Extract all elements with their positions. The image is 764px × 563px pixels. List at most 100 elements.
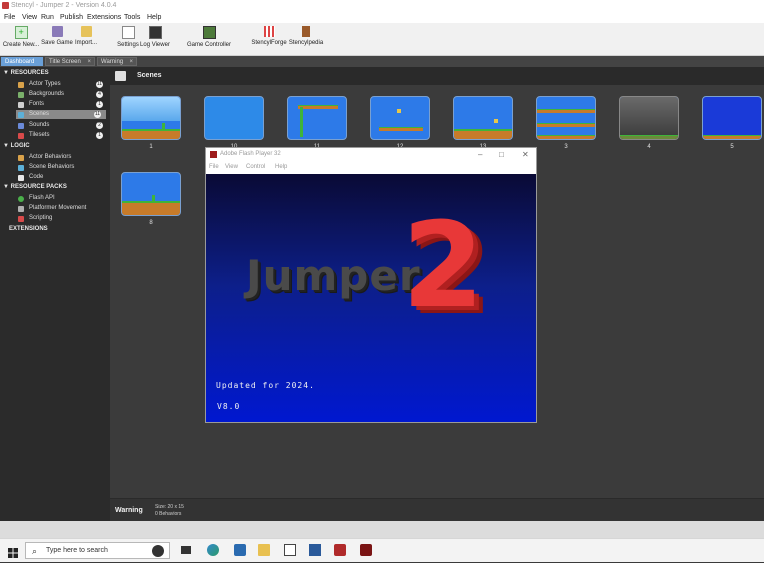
scene-thumbnail[interactable] xyxy=(287,96,347,140)
menu-file[interactable]: File xyxy=(4,14,15,21)
sidebar-item-backgrounds[interactable]: Backgrounds 4 xyxy=(18,90,108,99)
maximize-icon[interactable]: □ xyxy=(499,150,504,159)
close-icon[interactable]: ✕ xyxy=(522,150,529,159)
scene-thumbnail[interactable] xyxy=(536,96,596,140)
flash-menu-file[interactable]: File xyxy=(209,164,219,170)
background-icon xyxy=(18,92,24,98)
window-titlebar: Stencyl - Jumper 2 - Version 4.0.4 xyxy=(0,0,764,12)
tab-warning[interactable]: Warning × xyxy=(97,57,137,66)
mail-icon[interactable] xyxy=(234,544,246,556)
scene-thumbnail[interactable] xyxy=(204,96,264,140)
code-icon xyxy=(18,175,24,181)
game-logo-word: Jumper xyxy=(246,251,421,300)
flash-player-window[interactable]: Adobe Flash Player 32 – □ ✕ File View Co… xyxy=(205,147,537,423)
logic-header[interactable]: ▼ LOGIC xyxy=(3,143,30,149)
tab-dashboard[interactable]: Dashboard xyxy=(1,57,43,66)
platform xyxy=(379,127,423,131)
windows-start-icon[interactable] xyxy=(8,545,18,558)
sidebar-item-platformer-movement[interactable]: Platformer Movement xyxy=(18,204,108,213)
sidebar-item-code[interactable]: Code xyxy=(18,173,108,182)
save-game-button[interactable]: Save Game xyxy=(41,26,73,46)
flash-window-title: Adobe Flash Player 32 xyxy=(220,151,281,157)
sidebar-item-label: Fonts xyxy=(29,101,45,107)
taskbar: ⌕ Type here to search xyxy=(0,538,764,562)
menu-view[interactable]: View xyxy=(22,14,37,21)
file-explorer-icon[interactable] xyxy=(258,544,270,556)
sidebar-item-label: Scripting xyxy=(29,215,53,221)
flash-menu-help[interactable]: Help xyxy=(275,164,287,170)
game-canvas[interactable]: Jumper 2 Updated for 2024. V8.0 xyxy=(206,174,536,422)
import-button[interactable]: Import... xyxy=(73,26,99,46)
sidebar-item-scene-behaviors[interactable]: Scene Behaviors xyxy=(18,163,108,172)
game-controller-icon xyxy=(202,26,216,39)
sidebar-item-label: Tilesets xyxy=(29,132,50,138)
sidebar-item-actor-types[interactable]: Actor Types 11 xyxy=(18,80,108,89)
pipe xyxy=(300,107,303,137)
scene-label: 5 xyxy=(730,144,734,150)
sidebar-item-actor-behaviors[interactable]: Actor Behaviors xyxy=(18,153,108,162)
sidebar-item-tilesets[interactable]: Tilesets 1 xyxy=(18,131,108,140)
scene-thumbnail[interactable] xyxy=(702,96,762,140)
platform xyxy=(537,123,595,127)
store-icon[interactable] xyxy=(284,544,296,556)
search-icon: ⌕ xyxy=(32,546,38,556)
count-badge: 1 xyxy=(96,132,103,139)
settings-label: Settings xyxy=(117,42,139,48)
flash-titlebar[interactable]: Adobe Flash Player 32 – □ ✕ xyxy=(206,148,536,162)
create-new-button[interactable]: + Create New... xyxy=(2,26,40,48)
settings-button[interactable]: Settings xyxy=(116,26,140,48)
extensions-header[interactable]: EXTENSIONS xyxy=(9,226,48,232)
stencylforge-icon xyxy=(263,26,275,37)
sidebar-item-label: Sounds xyxy=(29,122,50,128)
log-viewer-button[interactable]: Log Viewer xyxy=(140,26,170,48)
game-controller-button[interactable]: Game Controller xyxy=(187,26,231,48)
close-icon[interactable]: × xyxy=(129,58,133,67)
resource-packs-header[interactable]: ▼ RESOURCE PACKS xyxy=(3,184,67,190)
sidebar-footer xyxy=(0,498,110,521)
flash-menu-control[interactable]: Control xyxy=(246,164,265,170)
scene-thumbnail[interactable] xyxy=(370,96,430,140)
sidebar-item-label: Actor Behaviors xyxy=(29,154,72,160)
import-icon xyxy=(80,26,92,37)
flash-player-taskbar-icon[interactable] xyxy=(360,544,372,556)
menu-help[interactable]: Help xyxy=(147,14,161,21)
create-new-icon: + xyxy=(14,26,28,39)
minimize-icon[interactable]: – xyxy=(478,150,482,159)
resources-header[interactable]: ▼ RESOURCES xyxy=(3,70,49,76)
sidebar-item-fonts[interactable]: Fonts 1 xyxy=(18,100,108,109)
ground xyxy=(122,201,180,215)
scene-thumbnail[interactable] xyxy=(453,96,513,140)
taskbar-search-input[interactable]: ⌕ Type here to search xyxy=(25,542,170,559)
window-bottom-strip xyxy=(0,521,764,538)
sidebar-item-label: Flash API xyxy=(29,195,55,201)
scene-thumbnail[interactable] xyxy=(121,96,181,140)
menu-publish[interactable]: Publish xyxy=(60,14,83,21)
sidebar-item-scripting[interactable]: Scripting xyxy=(18,214,108,223)
stencylpedia-button[interactable]: Stencylpedia xyxy=(288,26,324,46)
scene-icon xyxy=(18,112,24,118)
scene-thumbnail[interactable] xyxy=(619,96,679,140)
stencyl-taskbar-icon[interactable] xyxy=(334,544,346,556)
sidebar-item-sounds[interactable]: Sounds 2 xyxy=(18,121,108,130)
sidebar-item-label: Backgrounds xyxy=(29,91,65,97)
platform xyxy=(703,135,761,139)
app-icon[interactable] xyxy=(309,544,321,556)
count-badge: 4 xyxy=(96,91,103,98)
assistant-icon[interactable] xyxy=(152,545,164,557)
flash-menu-view[interactable]: View xyxy=(225,164,238,170)
tab-title-screen[interactable]: Title Screen × xyxy=(45,57,95,66)
task-view-icon[interactable] xyxy=(181,546,191,554)
menu-tools[interactable]: Tools xyxy=(124,14,140,21)
scene-label: 8 xyxy=(149,220,153,226)
stencylforge-label: StencylForge xyxy=(251,40,287,46)
menu-extensions[interactable]: Extensions xyxy=(87,14,121,21)
count-badge: 11 xyxy=(94,111,101,118)
stencylforge-button[interactable]: StencylForge xyxy=(251,26,287,46)
sidebar-item-flash-api[interactable]: Flash API xyxy=(18,194,108,203)
scene-thumbnail[interactable] xyxy=(121,172,181,216)
close-icon[interactable]: × xyxy=(87,58,91,67)
pack-icon xyxy=(18,196,24,202)
sidebar-item-scenes[interactable]: Scenes 11 xyxy=(16,110,106,119)
edge-browser-icon[interactable] xyxy=(207,544,219,556)
menu-run[interactable]: Run xyxy=(41,14,54,21)
